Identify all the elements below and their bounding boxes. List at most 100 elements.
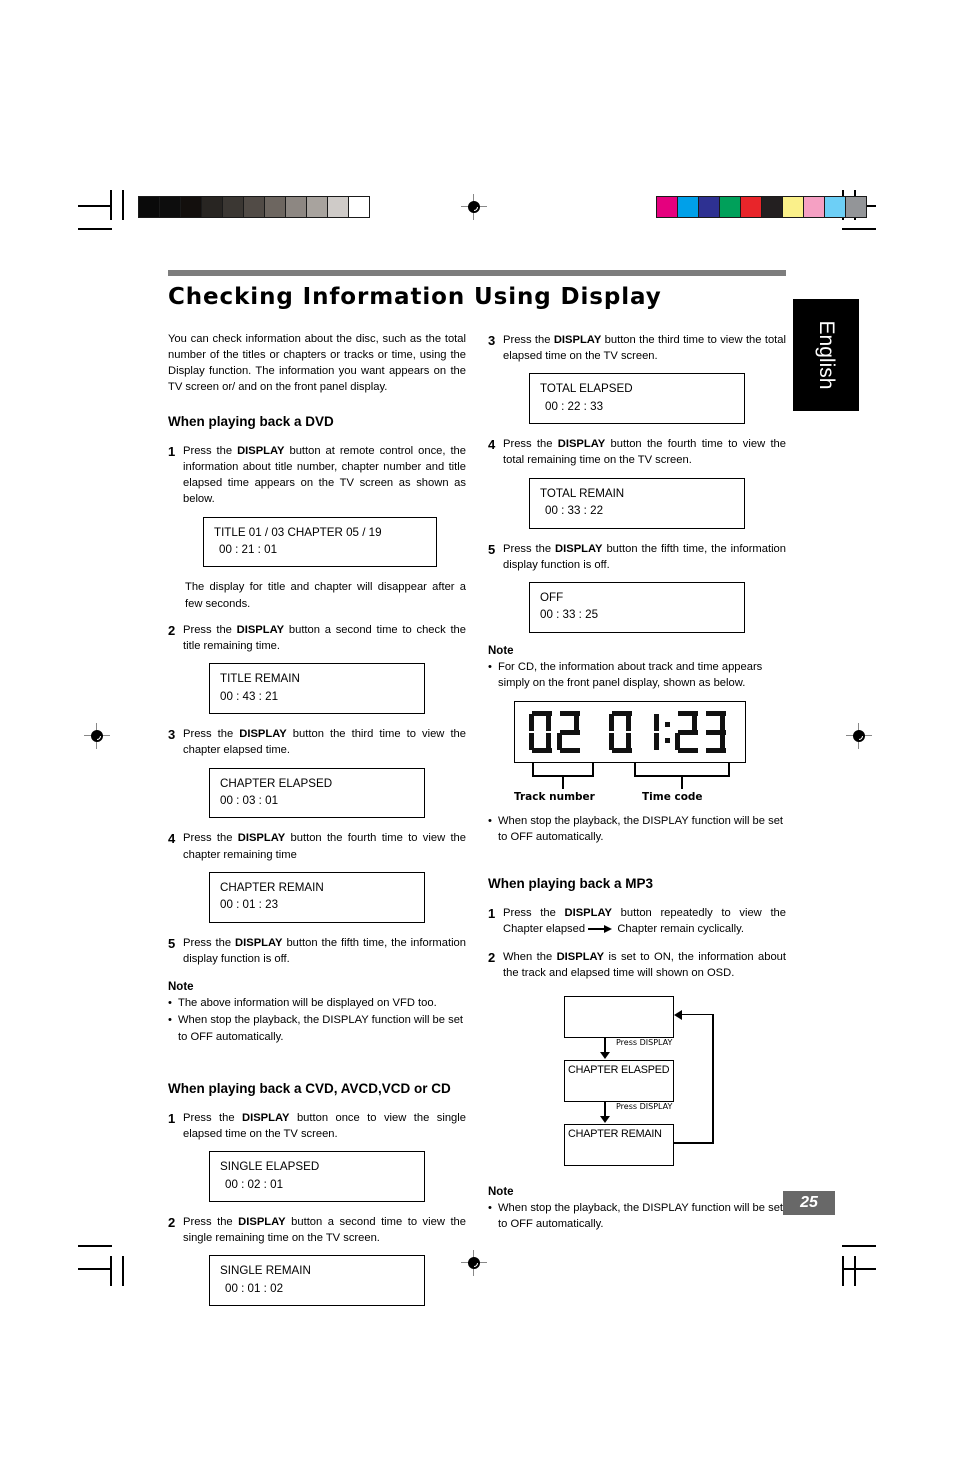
step-number: 1 <box>168 443 176 459</box>
brace-time-code <box>634 763 730 790</box>
color-swatch <box>825 197 846 217</box>
mp3-note-item: • When stop the playback, the DISPLAY fu… <box>488 1200 786 1232</box>
arrow-head-icon <box>674 1009 682 1020</box>
osd-box-title-chapter: TITLE 01 / 03 CHAPTER 05 / 19 00 : 21 : … <box>203 516 437 568</box>
osd-box-single-elapsed: SINGLE ELAPSED 00 : 02 : 01 <box>209 1151 425 1202</box>
osd-line-2: 00 : 01 : 02 <box>225 1281 284 1295</box>
seven-segment-digit-0b <box>608 711 632 754</box>
step-text: Press the DISPLAY button the fourth time… <box>503 438 787 467</box>
grayscale-swatch <box>223 197 244 217</box>
osd-line-2: 00 : 22 : 33 <box>545 399 604 413</box>
bullet-icon: • <box>488 1201 492 1214</box>
heading-mp3: When playing back a MP3 <box>488 875 654 891</box>
osd-line-2: 00 : 33 : 25 <box>540 608 599 622</box>
color-bar-strip <box>656 196 867 218</box>
registration-mark-right <box>846 723 872 749</box>
color-swatch <box>804 197 825 217</box>
osd-line-1: OFF <box>540 590 564 604</box>
step-number: 1 <box>488 905 496 921</box>
flow-box-chapter-remain: CHAPTER REMAIN <box>564 1123 674 1166</box>
step-text: Press the DISPLAY button the fourth time… <box>183 832 467 861</box>
color-swatch <box>678 197 699 217</box>
color-swatch <box>846 197 866 217</box>
note-text: For CD, the information about track and … <box>498 660 763 689</box>
cvd-step-5: 5 Press the DISPLAY button the fifth tim… <box>488 541 786 573</box>
step-text: Press the DISPLAY button once to view th… <box>183 1111 466 1140</box>
grayscale-swatch <box>265 197 286 217</box>
step-number: 5 <box>488 541 496 557</box>
osd-box-single-remain: SINGLE REMAIN 00 : 01 : 02 <box>209 1255 425 1307</box>
color-swatch <box>741 197 762 217</box>
dvd-note-item: • The above information will be displaye… <box>168 995 466 1011</box>
step-text: Press the DISPLAY button a second time t… <box>183 1215 466 1245</box>
osd-line-2: 00 : 43 : 21 <box>220 689 279 703</box>
seven-segment-colon <box>664 711 670 753</box>
page-title: Checking Information Using Display <box>168 284 662 310</box>
osd-box-total-elapsed: TOTAL ELAPSED 00 : 22 : 33 <box>529 373 745 425</box>
grayscale-swatch <box>244 197 265 217</box>
flow-arrow-2: Press DISPLAY <box>564 1101 674 1124</box>
osd-line-1: SINGLE ELAPSED <box>220 1160 320 1174</box>
step-text: Press the DISPLAY button at remote contr… <box>183 444 466 506</box>
left-column: You can check information about the disc… <box>168 332 466 1318</box>
step-number: 5 <box>168 935 176 951</box>
heading-cvd: When playing back a CVD, AVCD,VCD or CD <box>168 1080 451 1096</box>
note-text: When stop the playback, the DISPLAY func… <box>178 1014 464 1043</box>
seven-segment-digit-2 <box>556 711 580 754</box>
color-swatch <box>783 197 804 217</box>
grayscale-swatch <box>160 197 181 217</box>
osd-line-1: TOTAL REMAIN <box>540 486 625 500</box>
osd-line-2: 00 : 01 : 23 <box>220 898 279 912</box>
seven-segment-digit-3 <box>703 711 727 754</box>
osd-box-chapter-remain: CHAPTER REMAIN 00 : 01 : 23 <box>209 871 425 923</box>
color-swatch <box>699 197 720 217</box>
arrow-head-icon <box>600 1051 610 1059</box>
vfd-front-panel-illustration: Track number Time code <box>514 701 746 807</box>
note-text: When stop the playback, the DISPLAY func… <box>498 815 784 844</box>
cvd-step-3: 3 Press the DISPLAY button the third tim… <box>488 332 786 364</box>
heading-dvd: When playing back a DVD <box>168 413 334 429</box>
dvd-step-1: 1 Press the DISPLAY button at remote con… <box>168 443 466 508</box>
osd-box-total-remain: TOTAL REMAIN 00 : 33 : 22 <box>529 477 745 529</box>
two-column-layout: You can check information about the disc… <box>168 332 786 1318</box>
page-content: Checking Information Using Display You c… <box>168 270 786 1318</box>
intro-paragraph: You can check information about the disc… <box>168 333 466 393</box>
flow-arrow-label: Press DISPLAY <box>616 1037 673 1047</box>
osd-line-1: CHAPTER REMAIN <box>220 880 324 894</box>
brace-track-number <box>532 763 594 790</box>
grayscale-swatch <box>349 197 369 217</box>
vfd-time-label: Time code <box>642 791 703 804</box>
step-number: 3 <box>168 727 176 743</box>
osd-line-1: SINGLE REMAIN <box>220 1264 311 1278</box>
grayscale-swatch <box>286 197 307 217</box>
dvd-step-5: 5 Press the DISPLAY button the fifth tim… <box>168 935 466 967</box>
color-swatch <box>762 197 783 217</box>
mp3-note-heading: Note <box>488 1185 514 1198</box>
step-text: Press the DISPLAY button the fifth time,… <box>183 936 466 965</box>
step-number: 1 <box>168 1110 176 1126</box>
dvd-step-2: 2 Press the DISPLAY button a second time… <box>168 622 466 654</box>
osd-line-2: 00 : 21 : 01 <box>219 542 278 556</box>
step-text: Press the DISPLAY button the third time … <box>503 334 786 363</box>
arrow-head-icon <box>600 1115 610 1123</box>
vfd-display <box>514 701 746 764</box>
cvd-note-item: • When stop the playback, the DISPLAY fu… <box>488 813 786 845</box>
vfd-label-row: Track number Time code <box>514 791 746 807</box>
step-text: Press the DISPLAY button the fifth time,… <box>503 542 786 571</box>
osd-line-1: CHAPTER ELAPSED <box>220 776 333 790</box>
step-text: Press the DISPLAY button a second time t… <box>183 623 466 653</box>
osd-line-1: TITLE 01 / 03 CHAPTER 05 / 19 <box>214 525 382 539</box>
dvd-disappear-note: The display for title and chapter will d… <box>185 581 466 610</box>
note-text: When stop the playback, the DISPLAY func… <box>498 1201 784 1230</box>
flow-box-blank <box>564 995 674 1038</box>
language-tab: English <box>793 299 859 411</box>
bullet-icon: • <box>168 997 172 1010</box>
bullet-icon: • <box>488 660 492 673</box>
seven-segment-digit-2b <box>675 711 699 754</box>
dvd-step-4: 4 Press the DISPLAY button the fourth ti… <box>168 830 466 862</box>
step-number: 2 <box>168 1214 176 1230</box>
grayscale-swatch <box>181 197 202 217</box>
osd-line-2: 00 : 02 : 01 <box>225 1177 284 1191</box>
step-number: 4 <box>168 831 176 847</box>
language-tab-label: English <box>815 320 838 390</box>
